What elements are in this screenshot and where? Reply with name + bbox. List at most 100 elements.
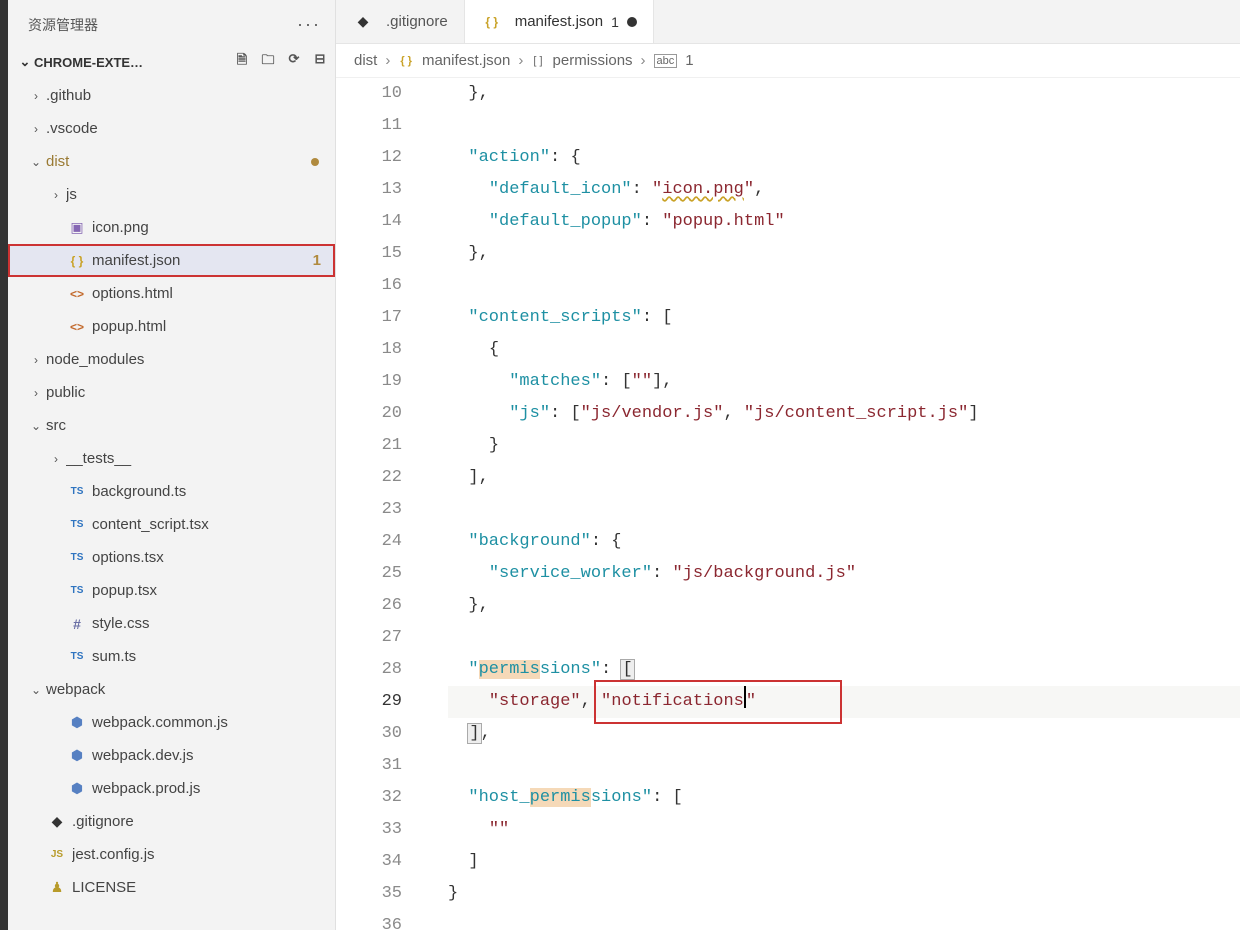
code-line[interactable]	[448, 910, 1240, 930]
code-line[interactable]	[448, 750, 1240, 782]
file-row[interactable]: ▣icon.png	[8, 211, 335, 244]
folder-row[interactable]: ⌄dist	[8, 145, 335, 178]
folder-row[interactable]: ⌄src	[8, 409, 335, 442]
line-number: 16	[336, 270, 402, 302]
code-line[interactable]: "js": ["js/vendor.js", "js/content_scrip…	[448, 398, 1240, 430]
code-line[interactable]: ],	[448, 718, 1240, 750]
problems-badge: 1	[313, 252, 325, 269]
file-row[interactable]: <>options.html	[8, 277, 335, 310]
breadcrumb-item[interactable]: permissions	[553, 52, 633, 69]
line-number: 21	[336, 430, 402, 462]
line-number: 27	[336, 622, 402, 654]
file-row[interactable]: TScontent_script.tsx	[8, 508, 335, 541]
code-line[interactable]: }	[448, 430, 1240, 462]
folder-row[interactable]: ›public	[8, 376, 335, 409]
code-content[interactable]: }, "action": { "default_icon": "icon.png…	[448, 78, 1240, 930]
project-name: CHROME-EXTE…	[34, 55, 233, 70]
code-line[interactable]	[448, 494, 1240, 526]
code-line[interactable]: "host_permissions": [	[448, 782, 1240, 814]
file-row[interactable]: TSoptions.tsx	[8, 541, 335, 574]
file-row[interactable]: TSbackground.ts	[8, 475, 335, 508]
file-name: jest.config.js	[72, 846, 325, 863]
line-number: 20	[336, 398, 402, 430]
code-line[interactable]: },	[448, 238, 1240, 270]
file-row[interactable]: TSpopup.tsx	[8, 574, 335, 607]
file-row[interactable]: ⬢webpack.prod.js	[8, 772, 335, 805]
file-row[interactable]: ♟LICENSE	[8, 871, 335, 904]
project-header[interactable]: ⌄ CHROME-EXTE… 🗎 🗀 ⟳ ⊟	[8, 47, 335, 77]
code-line[interactable]: {	[448, 334, 1240, 366]
code-line[interactable]	[448, 622, 1240, 654]
chevron-down-icon: ⌄	[26, 155, 46, 169]
file-row[interactable]: { }manifest.json1	[8, 244, 335, 277]
file-name: webpack.prod.js	[92, 780, 325, 797]
code-line[interactable]: }	[448, 878, 1240, 910]
folder-name: dist	[46, 153, 311, 170]
editor-tab[interactable]: ◆.gitignore	[336, 0, 465, 43]
code-line[interactable]: },	[448, 78, 1240, 110]
code-line[interactable]: },	[448, 590, 1240, 622]
chevron-down-icon: ⌄	[26, 683, 46, 697]
code-line[interactable]: "service_worker": "js/background.js"	[448, 558, 1240, 590]
folder-row[interactable]: ›js	[8, 178, 335, 211]
activity-bar[interactable]	[0, 0, 8, 930]
file-row[interactable]: ◆.gitignore	[8, 805, 335, 838]
folder-row[interactable]: ›.vscode	[8, 112, 335, 145]
folder-row[interactable]: ›node_modules	[8, 343, 335, 376]
folder-row[interactable]: ›__tests__	[8, 442, 335, 475]
file-name: style.css	[92, 615, 325, 632]
html-icon: <>	[66, 287, 88, 301]
sidebar-more-icon[interactable]: ···	[297, 14, 321, 35]
collapse-all-icon[interactable]: ⊟	[311, 51, 329, 73]
refresh-icon[interactable]: ⟳	[285, 51, 303, 73]
new-folder-icon[interactable]: 🗀	[259, 51, 277, 73]
folder-name: .vscode	[46, 120, 325, 137]
tab-label: manifest.json	[515, 13, 603, 30]
code-line[interactable]: "storage", "notifications"	[448, 686, 1240, 718]
code-line[interactable]	[448, 110, 1240, 142]
code-line[interactable]: ],	[448, 462, 1240, 494]
folder-row[interactable]: ›.github	[8, 79, 335, 112]
code-line[interactable]: "default_popup": "popup.html"	[448, 206, 1240, 238]
code-line[interactable]: "background": {	[448, 526, 1240, 558]
folder-name: node_modules	[46, 351, 325, 368]
code-line[interactable]	[448, 270, 1240, 302]
breadcrumb-item[interactable]: dist	[354, 52, 377, 69]
file-tree[interactable]: ›.github›.vscode⌄dist›js▣icon.png{ }mani…	[8, 77, 335, 930]
code-line[interactable]: "action": {	[448, 142, 1240, 174]
file-name: manifest.json	[92, 252, 313, 269]
file-row[interactable]: ⬢webpack.dev.js	[8, 739, 335, 772]
code-line[interactable]: "matches": [""],	[448, 366, 1240, 398]
breadcrumb-item[interactable]: manifest.json	[422, 52, 510, 69]
folder-row[interactable]: ⌄webpack	[8, 673, 335, 706]
chevron-right-icon: ›	[26, 122, 46, 136]
code-line[interactable]: ]	[448, 846, 1240, 878]
breadcrumbs[interactable]: dist›{ }manifest.json›[ ]permissions›abc…	[336, 44, 1240, 78]
new-file-icon[interactable]: 🗎	[233, 51, 251, 73]
chevron-right-icon: ›	[26, 386, 46, 400]
line-number: 19	[336, 366, 402, 398]
editor-tabs[interactable]: ◆.gitignore{ }manifest.json1	[336, 0, 1240, 44]
file-row[interactable]: <>popup.html	[8, 310, 335, 343]
file-row[interactable]: JSjest.config.js	[8, 838, 335, 871]
ts-icon: TS	[66, 486, 88, 497]
folder-name: public	[46, 384, 325, 401]
file-row[interactable]: #style.css	[8, 607, 335, 640]
code-line[interactable]: "content_scripts": [	[448, 302, 1240, 334]
code-line[interactable]: ""	[448, 814, 1240, 846]
array-icon: [ ]	[531, 55, 544, 67]
file-row[interactable]: TSsum.ts	[8, 640, 335, 673]
git-icon: ◆	[352, 13, 374, 30]
code-line[interactable]: "permissions": [	[448, 654, 1240, 686]
code-line[interactable]: "default_icon": "icon.png",	[448, 174, 1240, 206]
breadcrumb-item[interactable]: 1	[685, 52, 693, 69]
ts-icon: TS	[66, 552, 88, 563]
line-number: 13	[336, 174, 402, 206]
code-editor[interactable]: 1011121314151617181920212223242526272829…	[336, 78, 1240, 930]
file-row[interactable]: ⬢webpack.common.js	[8, 706, 335, 739]
file-name: sum.ts	[92, 648, 325, 665]
editor-tab[interactable]: { }manifest.json1	[465, 0, 654, 43]
line-number: 30	[336, 718, 402, 750]
line-number: 36	[336, 910, 402, 930]
line-number: 33	[336, 814, 402, 846]
